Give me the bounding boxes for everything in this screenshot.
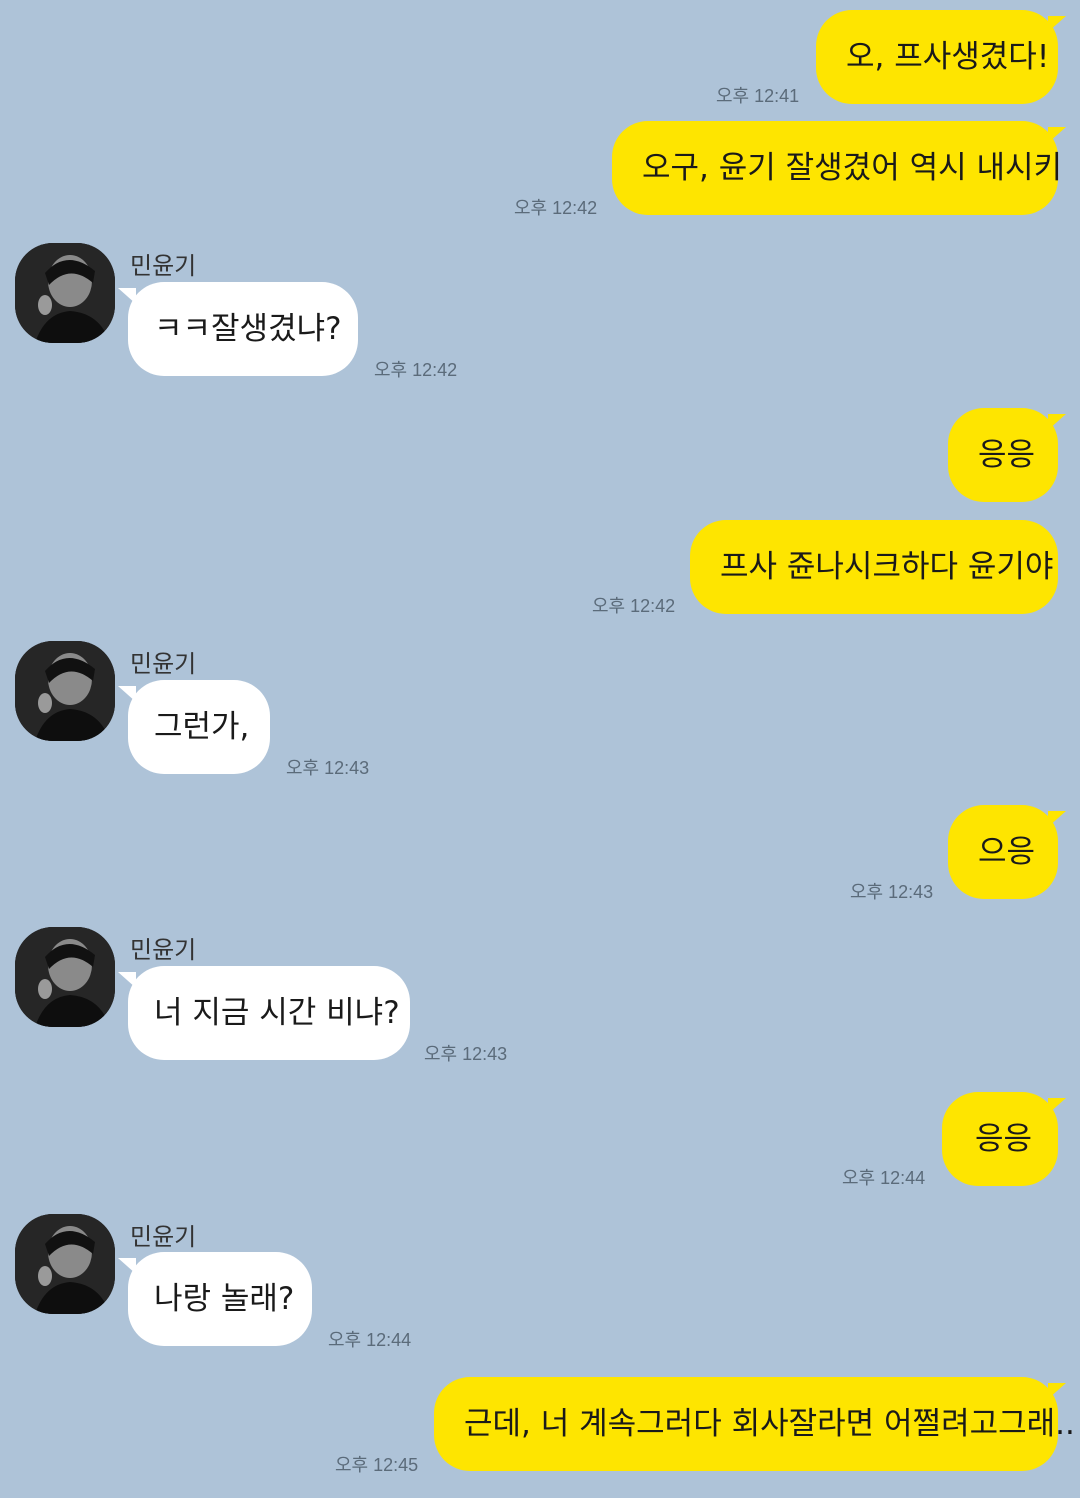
their-message-bubble[interactable]: 나랑 놀래? (128, 1252, 312, 1346)
their-message-bubble[interactable]: 그런가, (128, 680, 270, 774)
message-timestamp: 오후 12:41 (716, 86, 800, 106)
message-timestamp: 오후 12:44 (328, 1330, 412, 1350)
bubble-tail (1048, 811, 1066, 827)
my-message-bubble[interactable]: 프사 쥰나시크하다 윤기야 (690, 520, 1058, 614)
profile-photo-avatar-icon (15, 243, 115, 343)
my-message-bubble[interactable]: 응응 (942, 1092, 1058, 1186)
their-message-bubble[interactable]: ㅋㅋ잘생겼냐? (128, 282, 358, 376)
bubble-tail (1048, 16, 1066, 32)
my-message-bubble[interactable]: 오, 프사생겼다! (816, 10, 1058, 104)
their-message-bubble[interactable]: 너 지금 시간 비냐? (128, 966, 410, 1060)
chat-message-list[interactable]: 오, 프사생겼다! 오후 12:41 오구, 윤기 잘생겼어 역시 내시키 오후… (0, 0, 1080, 1498)
message-timestamp: 오후 12:42 (592, 596, 676, 616)
message-timestamp: 오후 12:43 (424, 1044, 508, 1064)
message-text: 너 지금 시간 비냐? (154, 995, 400, 1031)
bubble-tail (1048, 414, 1066, 430)
my-message-bubble[interactable]: 응응 (948, 408, 1058, 502)
sender-name: 민윤기 (130, 1223, 197, 1251)
message-text: 나랑 놀래? (154, 1281, 295, 1317)
message-text: 그런가, (154, 709, 250, 745)
message-timestamp: 오후 12:43 (286, 758, 370, 778)
my-message-bubble[interactable]: 으응 (948, 805, 1058, 899)
my-message-bubble[interactable]: 오구, 윤기 잘생겼어 역시 내시키 (612, 121, 1062, 215)
bubble-tail (1048, 127, 1066, 143)
message-text: 으응 (978, 834, 1036, 870)
my-message-bubble[interactable]: 근데, 너 계속그러다 회사잘라면 어쩔려고그래.. (434, 1377, 1075, 1471)
message-text: 근데, 너 계속그러다 회사잘라면 어쩔려고그래.. (464, 1406, 1075, 1442)
bubble-tail (1048, 1383, 1066, 1399)
bubble-tail (1048, 1098, 1066, 1114)
message-text: 오, 프사생겼다! (846, 39, 1050, 75)
sender-name: 민윤기 (130, 252, 197, 280)
profile-photo-avatar-icon (15, 1214, 115, 1314)
contact-avatar[interactable] (15, 243, 115, 343)
contact-avatar[interactable] (15, 641, 115, 741)
message-text: 프사 쥰나시크하다 윤기야 (720, 549, 1054, 585)
message-timestamp: 오후 12:45 (335, 1455, 419, 1475)
message-text: 오구, 윤기 잘생겼어 역시 내시키 (642, 150, 1063, 186)
message-text: ㅋㅋ잘생겼냐? (154, 311, 342, 347)
profile-photo-avatar-icon (15, 927, 115, 1027)
contact-avatar[interactable] (15, 927, 115, 1027)
sender-name: 민윤기 (130, 936, 197, 964)
message-timestamp: 오후 12:42 (514, 198, 598, 218)
message-timestamp: 오후 12:43 (850, 882, 934, 902)
message-timestamp: 오후 12:42 (374, 360, 458, 380)
profile-photo-avatar-icon (15, 641, 115, 741)
message-timestamp: 오후 12:44 (842, 1168, 926, 1188)
contact-avatar[interactable] (15, 1214, 115, 1314)
sender-name: 민윤기 (130, 650, 197, 678)
message-text: 응응 (974, 1121, 1032, 1157)
message-text: 응응 (978, 437, 1036, 473)
